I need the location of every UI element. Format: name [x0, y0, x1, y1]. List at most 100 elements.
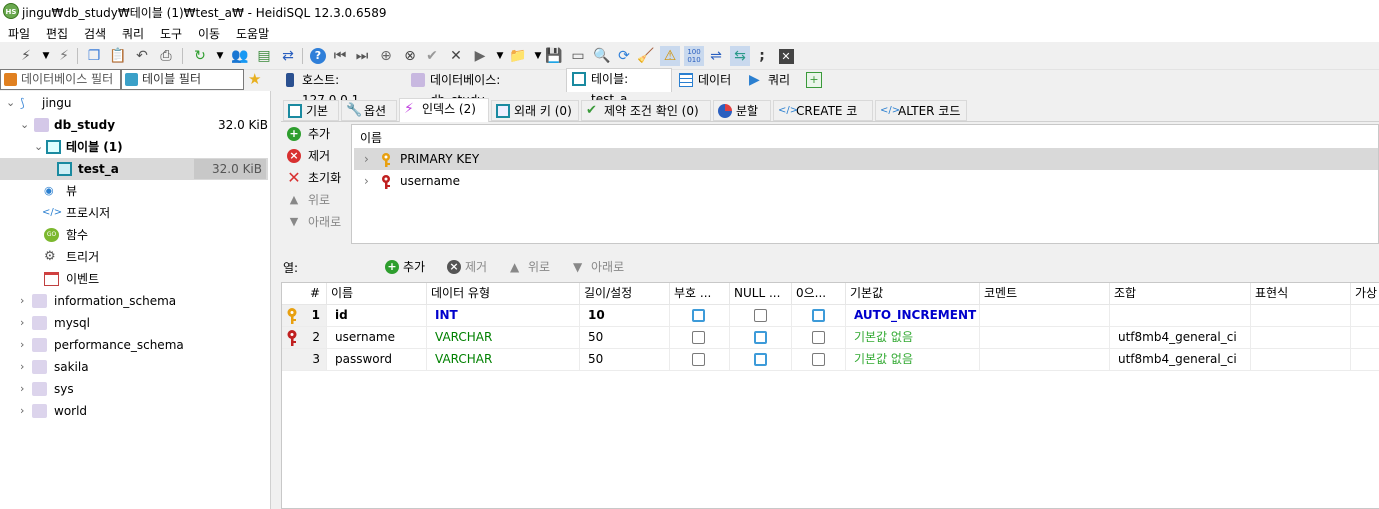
tree-node-events[interactable]: 이벤트: [40, 268, 240, 290]
tab-table[interactable]: 테이블: test_a: [566, 68, 672, 106]
tab-options[interactable]: 🔧 옵션: [341, 100, 397, 121]
delete-record-icon[interactable]: ⊗: [400, 46, 420, 66]
cell-expression[interactable]: [1251, 305, 1351, 327]
col-header-collation[interactable]: 조합: [1110, 283, 1251, 305]
cell-unsigned[interactable]: [670, 327, 730, 349]
last-record-icon[interactable]: ⏭: [352, 46, 372, 66]
checkbox[interactable]: [692, 309, 705, 322]
index-row-username[interactable]: › username: [354, 170, 1378, 192]
tree-node-jingu[interactable]: ⌄ ⟆ jingu: [6, 92, 266, 114]
tab-check-constraints[interactable]: ✔ 제약 조건 확인 (0): [581, 100, 711, 121]
checkbox[interactable]: [754, 353, 767, 366]
sync-icon[interactable]: ⇆: [730, 46, 750, 66]
cell-length[interactable]: 50: [580, 327, 670, 349]
chevron-right-icon[interactable]: ›: [20, 312, 32, 334]
checkbox[interactable]: [754, 331, 767, 344]
close-tab-icon[interactable]: ✕: [778, 48, 794, 64]
checkbox[interactable]: [692, 331, 705, 344]
checkbox[interactable]: [692, 353, 705, 366]
save-as-icon[interactable]: ▭: [568, 46, 588, 66]
cell-virtual[interactable]: [1351, 349, 1379, 371]
menu-help[interactable]: 도움말: [236, 25, 269, 42]
cell-type[interactable]: INT: [427, 305, 580, 327]
connect-icon[interactable]: ⚡: [16, 46, 36, 66]
cell-unsigned[interactable]: [670, 349, 730, 371]
menu-query[interactable]: 쿼리: [122, 25, 144, 42]
menu-file[interactable]: 파일: [8, 25, 30, 42]
cell-default[interactable]: AUTO_INCREMENT: [846, 305, 980, 327]
cell-comment[interactable]: [980, 327, 1110, 349]
menu-search[interactable]: 검색: [84, 25, 106, 42]
row-number[interactable]: 3: [282, 349, 327, 371]
col-header-num[interactable]: #: [282, 283, 327, 305]
first-record-icon[interactable]: ⏮: [330, 46, 350, 66]
cell-default[interactable]: 기본값 없음: [846, 327, 980, 349]
checkbox[interactable]: [812, 331, 825, 344]
cell-type[interactable]: VARCHAR: [427, 327, 580, 349]
tree-node-information-schema[interactable]: › information_schema: [20, 290, 260, 312]
tree-node-world[interactable]: › world: [20, 400, 260, 422]
cell-virtual[interactable]: [1351, 305, 1379, 327]
dropdown-arrow-icon[interactable]: ▼: [210, 46, 230, 66]
new-query-tab-icon[interactable]: +: [806, 72, 822, 88]
cell-null[interactable]: [730, 305, 792, 327]
cell-zerofill[interactable]: [792, 349, 846, 371]
cell-null[interactable]: [730, 349, 792, 371]
tab-database[interactable]: 데이터베이스: db_study: [406, 70, 564, 107]
cell-type[interactable]: VARCHAR: [427, 349, 580, 371]
index-up-button[interactable]: ▲ 위로: [287, 190, 330, 210]
user-manager-icon[interactable]: 👥: [230, 46, 250, 66]
col-header-comment[interactable]: 코멘트: [980, 283, 1110, 305]
replace-icon[interactable]: ⟳: [614, 46, 634, 66]
wrap-icon[interactable]: ⇌: [706, 46, 726, 66]
binary-icon[interactable]: 100 010: [684, 46, 704, 66]
cell-comment[interactable]: [980, 349, 1110, 371]
index-clear-button[interactable]: ✕ 초기화: [287, 168, 341, 188]
cell-unsigned[interactable]: [670, 305, 730, 327]
undo-icon[interactable]: ↶: [132, 46, 152, 66]
tab-foreign-keys[interactable]: 외래 키 (0): [491, 100, 579, 121]
execute-icon[interactable]: ▶: [470, 46, 490, 66]
cell-virtual[interactable]: [1351, 327, 1379, 349]
tree-node-mysql[interactable]: › mysql: [20, 312, 260, 334]
export-icon[interactable]: ▤: [254, 46, 274, 66]
checkbox[interactable]: [812, 309, 825, 322]
menu-edit[interactable]: 편집: [46, 25, 68, 42]
tab-basic[interactable]: 기본: [283, 100, 339, 121]
table-filter-input[interactable]: 테이블 필터: [121, 69, 244, 90]
tree-node-procedures[interactable]: </> 프로시저: [40, 202, 240, 224]
clear-icon[interactable]: 🧹: [636, 46, 656, 66]
tab-partitions[interactable]: 분할: [713, 100, 771, 121]
tab-host[interactable]: 호스트: 127.0.0.1: [278, 70, 404, 107]
index-remove-button[interactable]: × 제거: [287, 146, 330, 166]
chevron-right-icon[interactable]: ›: [20, 334, 32, 356]
cell-expression[interactable]: [1251, 327, 1351, 349]
menu-tools[interactable]: 도구: [160, 25, 182, 42]
cell-length[interactable]: 10: [580, 305, 670, 327]
menu-go[interactable]: 이동: [198, 25, 220, 42]
col-header-length[interactable]: 길이/설정: [580, 283, 670, 305]
cell-zerofill[interactable]: [792, 327, 846, 349]
checkbox[interactable]: [754, 309, 767, 322]
cell-comment[interactable]: [980, 305, 1110, 327]
insert-record-icon[interactable]: ⊕: [376, 46, 396, 66]
chevron-down-icon[interactable]: ⌄: [20, 114, 32, 136]
tree-node-views[interactable]: ◉ 뷰: [40, 180, 240, 202]
cell-length[interactable]: 50: [580, 349, 670, 371]
open-folder-icon[interactable]: 📁: [508, 46, 528, 66]
transfer-icon[interactable]: ⇄: [278, 46, 298, 66]
save-icon[interactable]: 💾: [544, 46, 564, 66]
index-down-button[interactable]: ▼ 아래로: [287, 212, 341, 232]
tree-node-performance-schema[interactable]: › performance_schema: [20, 334, 260, 356]
tab-indexes[interactable]: ⚡ 인덱스 (2): [399, 98, 489, 122]
copy-icon[interactable]: ❐: [84, 46, 104, 66]
print-icon[interactable]: ⎙: [156, 46, 176, 66]
search-icon[interactable]: 🔍: [592, 46, 612, 66]
tab-alter-code[interactable]: </> ALTER 코드: [875, 100, 967, 121]
col-header-null[interactable]: NULL ...: [730, 283, 792, 305]
chevron-right-icon[interactable]: ›: [20, 400, 32, 422]
tree-node-tables[interactable]: ⌄ 테이블 (1): [34, 136, 270, 158]
tab-data[interactable]: 데이터: [674, 70, 742, 91]
post-record-icon[interactable]: ✔: [422, 46, 442, 66]
index-row-primary[interactable]: › PRIMARY KEY: [354, 148, 1378, 170]
